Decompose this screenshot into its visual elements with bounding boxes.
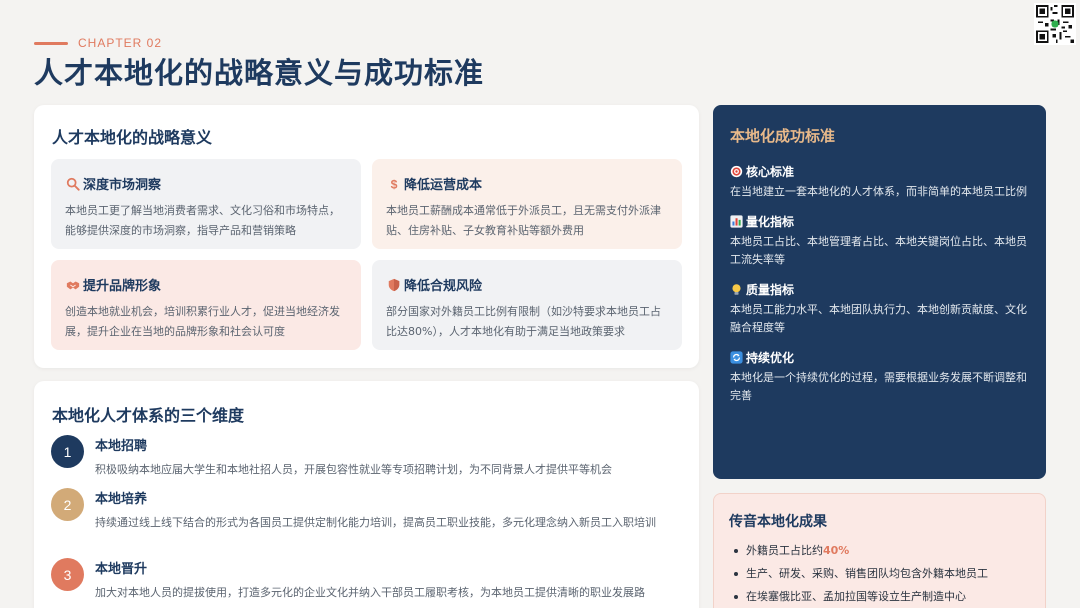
- achievement-text: 外籍员工占比约: [746, 544, 823, 557]
- dimension-title: 本地晋升: [95, 562, 148, 577]
- magnifier-icon: [65, 176, 80, 191]
- bullet-dot: [734, 571, 738, 576]
- dimension-item: 2 本地培养 持续通过线上线下结合的形式为各国员工提供定制化能力培训，提高员工职…: [51, 488, 691, 533]
- standard-title: 持续优化: [746, 351, 795, 365]
- standard-item: 核心标准 在当地建立一套本地化的人才体系，而非简单的本地员工比例: [730, 163, 1029, 201]
- standard-desc: 在当地建立一套本地化的人才体系，而非简单的本地员工比例: [730, 185, 1027, 198]
- dimension-title: 本地培养: [95, 492, 148, 507]
- tile-desc: 本地员工薪酬成本通常低于外派员工，且无需支付外派津贴、住房补贴、子女教育补贴等额…: [386, 204, 661, 237]
- svg-text:$: $: [390, 177, 397, 191]
- tile-desc: 部分国家对外籍员工比例有限制（如沙特要求本地员工占比达80%），人才本地化有助于…: [386, 305, 661, 338]
- chapter-accent-line: [34, 41, 68, 45]
- bullet-dot: [734, 594, 738, 599]
- achievement-item: 在埃塞俄比亚、孟加拉国等设立生产制造中心: [729, 585, 1030, 608]
- dimensions-title: 本地化人才体系的三个维度: [52, 406, 245, 425]
- chapter-text: CHAPTER 02: [78, 36, 163, 50]
- bullet-dot: [734, 548, 738, 553]
- achievement-item: 外籍员工占比约 40%: [729, 539, 1030, 562]
- tile-market-insight: 深度市场洞察 本地员工更了解当地消费者需求、文化习俗和市场特点，能够提供深度的市…: [51, 159, 361, 249]
- tile-title: 提升品牌形象: [83, 279, 162, 294]
- achievement-text: 在埃塞俄比亚、孟加拉国等设立生产制造中心: [746, 590, 966, 603]
- standard-desc: 本地员工占比、本地管理者占比、本地关键岗位占比、本地员工流失率等: [730, 235, 1027, 266]
- success-standards-panel: 本地化成功标准 核心标准 在当地建立一套本地化的人才体系，而非简单的本地员工比例…: [713, 105, 1046, 479]
- achievements-panel: 传音本地化成果 外籍员工占比约 40% 生产、研发、采购、销售团队均包含外籍本地员…: [713, 493, 1046, 608]
- standard-title: 质量指标: [746, 283, 795, 297]
- standard-title: 量化指标: [746, 215, 795, 229]
- refresh-icon: [730, 351, 743, 364]
- standard-desc: 本地员工能力水平、本地团队执行力、本地创新贡献度、文化融合程度等: [730, 303, 1027, 334]
- tile-desc: 本地员工更了解当地消费者需求、文化习俗和市场特点，能够提供深度的市场洞察，指导产…: [65, 204, 340, 237]
- step-number-badge: 2: [51, 488, 84, 521]
- standard-item: 量化指标 本地员工占比、本地管理者占比、本地关键岗位占比、本地员工流失率等: [730, 213, 1029, 269]
- tile-reduce-cost: $ 降低运营成本 本地员工薪酬成本通常低于外派员工，且无需支付外派津贴、住房补贴…: [372, 159, 682, 249]
- chapter-label: CHAPTER 02: [34, 36, 162, 50]
- standards-title: 本地化成功标准: [730, 127, 836, 145]
- bar-chart-icon: [730, 215, 743, 228]
- dollar-icon: $: [386, 176, 401, 191]
- handshake-icon: [65, 277, 80, 292]
- target-icon: [730, 165, 743, 178]
- dimension-desc: 积极吸纳本地应届大学生和本地社招人员，开展包容性就业等专项招聘计划，为不同背景人…: [95, 463, 612, 476]
- dimensions-card: 本地化人才体系的三个维度 1 本地招聘 积极吸纳本地应届大学生和本地社招人员，开…: [34, 381, 699, 608]
- standard-item: 质量指标 本地员工能力水平、本地团队执行力、本地创新贡献度、文化融合程度等: [730, 281, 1029, 337]
- achievement-item: 生产、研发、采购、销售团队均包含外籍本地员工: [729, 562, 1030, 585]
- achievement-text: 生产、研发、采购、销售团队均包含外籍本地员工: [746, 567, 988, 580]
- strategy-card: 人才本地化的战略意义 深度市场洞察 本地员工更了解当地消费者需求、文化习俗和市场…: [34, 105, 699, 368]
- tile-title: 深度市场洞察: [83, 178, 162, 193]
- tile-compliance-risk: 降低合规风险 部分国家对外籍员工比例有限制（如沙特要求本地员工占比达80%），人…: [372, 260, 682, 350]
- strategy-title: 人才本地化的战略意义: [52, 128, 213, 147]
- qr-code-icon: [1034, 3, 1076, 45]
- dimension-item: 1 本地招聘 积极吸纳本地应届大学生和本地社招人员，开展包容性就业等专项招聘计划…: [51, 435, 691, 480]
- achievement-highlight: 40%: [823, 544, 850, 557]
- lightbulb-icon: [730, 283, 743, 296]
- tile-title: 降低运营成本: [404, 178, 483, 193]
- step-number-badge: 3: [51, 558, 84, 591]
- page-title: 人才本地化的战略意义与成功标准: [34, 56, 485, 90]
- standard-title: 核心标准: [746, 165, 795, 179]
- dimension-title: 本地招聘: [95, 439, 148, 454]
- dimension-desc: 加大对本地人员的提拔使用，打造多元化的企业文化并纳入干部员工履职考核，为本地员工…: [95, 586, 645, 599]
- tile-title: 降低合规风险: [404, 279, 483, 294]
- standard-desc: 本地化是一个持续优化的过程，需要根据业务发展不断调整和完善: [730, 371, 1027, 402]
- tile-desc: 创造本地就业机会，培训积累行业人才，促进当地经济发展，提升企业在当地的品牌形象和…: [65, 305, 340, 338]
- shield-icon: [386, 277, 401, 292]
- dimension-desc: 持续通过线上线下结合的形式为各国员工提供定制化能力培训，提高员工职业技能，多元化…: [95, 516, 656, 529]
- tile-brand-image: 提升品牌形象 创造本地就业机会，培训积累行业人才，促进当地经济发展，提升企业在当…: [51, 260, 361, 350]
- dimension-item: 3 本地晋升 加大对本地人员的提拔使用，打造多元化的企业文化并纳入干部员工履职考…: [51, 558, 691, 603]
- step-number-badge: 1: [51, 435, 84, 468]
- achievements-title: 传音本地化成果: [729, 514, 827, 530]
- standard-item: 持续优化 本地化是一个持续优化的过程，需要根据业务发展不断调整和完善: [730, 349, 1029, 405]
